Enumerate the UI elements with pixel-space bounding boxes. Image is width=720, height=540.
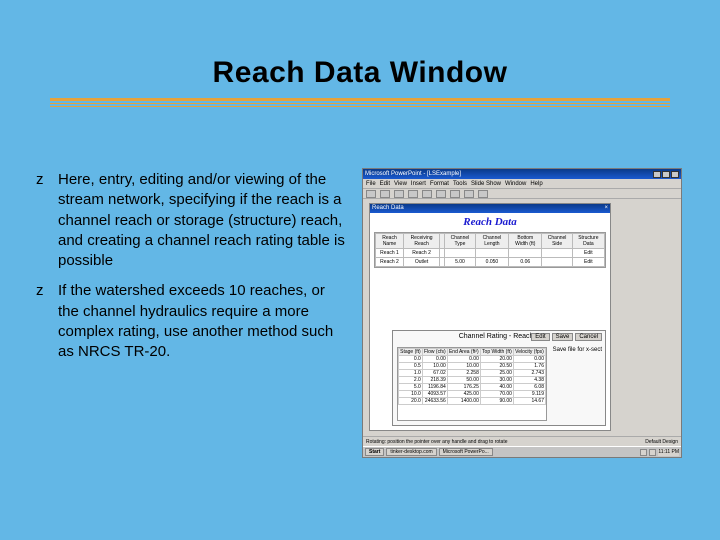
taskbar-task[interactable]: Microsoft PowerPo... bbox=[439, 448, 493, 456]
toolbar-button[interactable] bbox=[366, 190, 376, 198]
col-header: Receiving Reach bbox=[403, 234, 439, 249]
toolbar-button[interactable] bbox=[380, 190, 390, 198]
bullet-item: z Here, entry, editing and/or viewing of… bbox=[36, 170, 346, 271]
inner-title-text: Reach Data bbox=[372, 205, 404, 212]
close-icon[interactable] bbox=[671, 171, 679, 178]
menu-item[interactable]: View bbox=[394, 181, 407, 187]
window-buttons bbox=[653, 171, 679, 178]
bullet-text: If the watershed exceeds 10 reaches, or … bbox=[58, 281, 346, 362]
status-right: Default Design bbox=[645, 439, 678, 445]
maximize-icon[interactable] bbox=[662, 171, 670, 178]
title-underline bbox=[50, 98, 670, 107]
col-header: Channel Side bbox=[542, 234, 572, 249]
bullet-text: Here, entry, editing and/or viewing of t… bbox=[58, 170, 346, 271]
table-row: Reach 1 Reach 2 Edit bbox=[376, 249, 605, 258]
col-header: Bottom Width (ft) bbox=[509, 234, 542, 249]
system-tray: 11:11 PM bbox=[640, 449, 679, 456]
menubar[interactable]: File Edit View Insert Format Tools Slide… bbox=[363, 179, 681, 189]
save-xsect-button[interactable]: Save file for x-sect bbox=[553, 347, 602, 353]
app-titlebar: Microsoft PowerPoint - [LSExample] bbox=[363, 169, 681, 179]
taskbar-task[interactable]: tinker-desktop.com bbox=[386, 448, 436, 456]
toolbar-button[interactable] bbox=[450, 190, 460, 198]
toolbar-button[interactable] bbox=[408, 190, 418, 198]
table-row: Reach 2 Outlet 5.00 0.050 0.06 Edit bbox=[376, 258, 605, 267]
minimize-icon[interactable] bbox=[653, 171, 661, 178]
panel-buttons: Edit Save Cancel bbox=[531, 333, 602, 341]
menu-item[interactable]: Tools bbox=[453, 181, 467, 187]
slide-title: Reach Data Window bbox=[0, 56, 720, 90]
menu-item[interactable]: Format bbox=[430, 181, 449, 187]
toolbar-button[interactable] bbox=[436, 190, 446, 198]
menu-item[interactable]: Slide Show bbox=[471, 181, 501, 187]
bullet-icon: z bbox=[36, 170, 50, 271]
menu-item[interactable]: File bbox=[366, 181, 376, 187]
rating-table[interactable]: Stage (ft)Flow (cfs)End Area (ft²)Top Wi… bbox=[397, 347, 547, 421]
col-header: Channel Type bbox=[445, 234, 476, 249]
inner-titlebar: Reach Data × bbox=[370, 204, 610, 213]
slide: Reach Data Window z Here, entry, editing… bbox=[0, 0, 720, 540]
start-button[interactable]: Start bbox=[365, 448, 384, 456]
status-text: Rotating: position the pointer over any … bbox=[366, 439, 507, 445]
toolbar-button[interactable] bbox=[464, 190, 474, 198]
inner-close-icon[interactable]: × bbox=[604, 205, 608, 212]
app-title: Microsoft PowerPoint - [LSExample] bbox=[365, 171, 461, 177]
toolbar-button[interactable] bbox=[422, 190, 432, 198]
save-button[interactable]: Save bbox=[552, 333, 574, 341]
tray-icon[interactable] bbox=[649, 449, 656, 456]
toolbar-button[interactable] bbox=[394, 190, 404, 198]
menu-item[interactable]: Edit bbox=[380, 181, 390, 187]
statusbar: Rotating: position the pointer over any … bbox=[363, 436, 681, 446]
menu-item[interactable]: Window bbox=[505, 181, 526, 187]
toolbar-button[interactable] bbox=[478, 190, 488, 198]
col-header: Reach Name bbox=[376, 234, 404, 249]
clock: 11:11 PM bbox=[658, 449, 679, 456]
table-header-row: Reach Name Receiving Reach Channel Type … bbox=[376, 234, 605, 249]
taskbar: Start tinker-desktop.com Microsoft Power… bbox=[363, 446, 681, 457]
bullet-list: z Here, entry, editing and/or viewing of… bbox=[36, 170, 346, 372]
bullet-item: z If the watershed exceeds 10 reaches, o… bbox=[36, 281, 346, 362]
menu-item[interactable]: Insert bbox=[411, 181, 426, 187]
col-header: Structure Data bbox=[572, 234, 604, 249]
channel-rating-panel: Channel Rating - Reach 2 Edit Save Cance… bbox=[392, 330, 606, 426]
reach-grid[interactable]: Reach Name Receiving Reach Channel Type … bbox=[374, 232, 606, 268]
menu-item[interactable]: Help bbox=[530, 181, 542, 187]
tray-icon[interactable] bbox=[640, 449, 647, 456]
cancel-button[interactable]: Cancel bbox=[575, 333, 602, 341]
bullet-icon: z bbox=[36, 281, 50, 362]
embedded-screenshot: Microsoft PowerPoint - [LSExample] File … bbox=[362, 168, 682, 458]
col-header: Channel Length bbox=[475, 234, 508, 249]
edit-button[interactable]: Edit bbox=[531, 333, 549, 341]
title-wrap: Reach Data Window bbox=[0, 56, 720, 109]
reach-data-window: Reach Data × Reach Data Reach Name Recei… bbox=[369, 203, 611, 431]
toolbar bbox=[363, 189, 681, 199]
panel-heading: Reach Data bbox=[370, 213, 610, 230]
